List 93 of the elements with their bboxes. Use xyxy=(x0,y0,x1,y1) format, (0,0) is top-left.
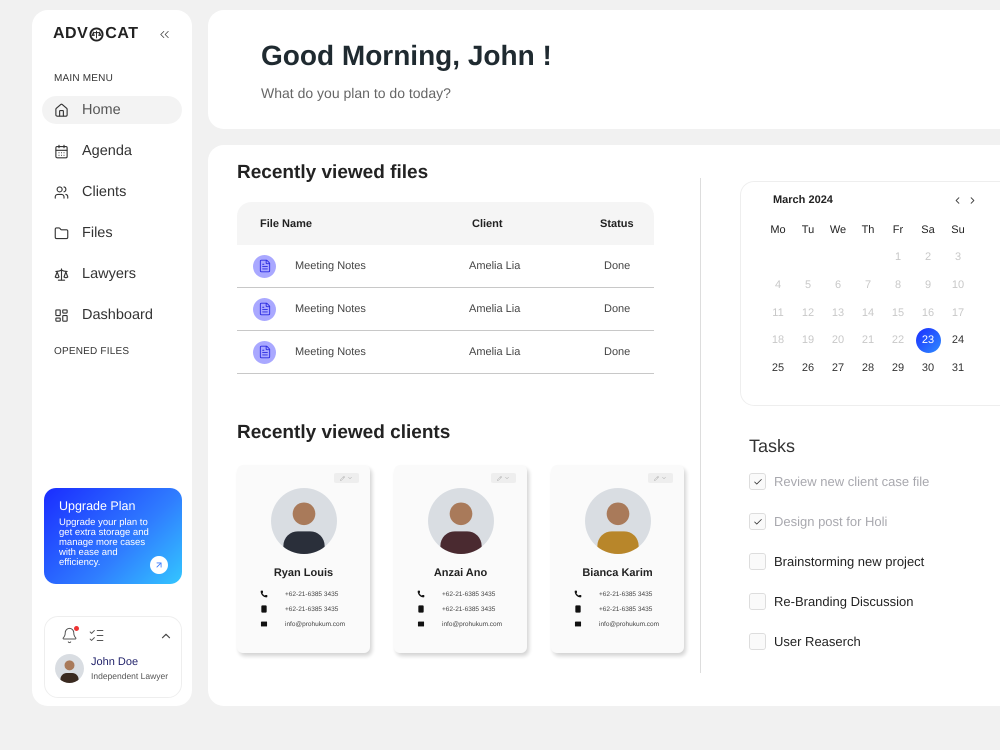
phone-icon xyxy=(260,590,268,598)
calendar-day[interactable]: 28 xyxy=(856,355,880,380)
table-cell-text: Done xyxy=(603,260,632,272)
client-name: Anzai Ano xyxy=(434,567,488,579)
scale-icon xyxy=(54,266,69,282)
pencil-icon xyxy=(340,476,345,480)
upgrade-title: Upgrade Plan xyxy=(59,499,136,513)
greeting-title: Good Morning, John ! xyxy=(261,40,553,72)
calendar-icon xyxy=(54,144,69,158)
section-title: Recently viewed files xyxy=(237,162,430,184)
upgrade-button[interactable] xyxy=(150,556,168,574)
mobile-icon xyxy=(417,605,425,613)
calendar-day[interactable]: 29 xyxy=(886,355,910,380)
check-icon xyxy=(752,516,762,526)
weekday-label: Th xyxy=(862,224,874,236)
pencil-icon xyxy=(497,476,502,480)
table-cell-text: Done xyxy=(603,303,632,315)
checklist-icon[interactable] xyxy=(88,627,105,644)
table-cell-text: Amelia Lia xyxy=(468,260,522,272)
greeting-subtitle: What do you plan to do today? xyxy=(261,85,452,101)
chevron-down-icon xyxy=(347,475,353,481)
tasks-title: Tasks xyxy=(749,436,796,457)
calendar-month: March 2024 xyxy=(773,194,833,206)
task-label: Design post for Holi xyxy=(774,514,888,529)
client-name: Bianca Karim xyxy=(582,567,653,579)
menu-item[interactable]: Clients xyxy=(42,178,182,206)
mail-icon xyxy=(260,620,268,628)
section-title: MAIN MENU xyxy=(54,73,114,84)
task-label: User Reaserch xyxy=(774,634,861,649)
weekday-label: Su xyxy=(951,224,965,236)
scale-icon xyxy=(89,26,104,42)
file-icon xyxy=(253,340,276,364)
menu-item[interactable]: Files xyxy=(42,219,182,247)
logo-text: CAT xyxy=(105,25,138,43)
weekday-label: Fr xyxy=(892,224,904,236)
weekday-label: We xyxy=(830,224,846,236)
menu-item[interactable]: Agenda xyxy=(42,137,182,165)
weekday-label: Sa xyxy=(921,224,935,236)
avatar-icon xyxy=(55,654,84,683)
calendar-day[interactable]: 30 xyxy=(916,355,940,380)
client-name: Ryan Louis xyxy=(274,567,334,579)
mail-icon xyxy=(574,620,582,628)
task-label: Review new client case file xyxy=(774,474,930,489)
people-icon xyxy=(54,184,69,200)
weekday-label: Tu xyxy=(802,224,814,236)
mobile-icon xyxy=(574,605,582,613)
weekday-label: Mo xyxy=(770,224,786,236)
task-label: Re-Branding Discussion xyxy=(774,594,914,609)
user-name: John Doe xyxy=(91,656,140,668)
menu-item[interactable]: Lawyers xyxy=(42,260,182,288)
mobile-icon xyxy=(260,605,268,613)
checkbox[interactable] xyxy=(749,553,766,570)
file-icon xyxy=(253,254,276,278)
calendar-day[interactable]: 23 xyxy=(916,328,940,353)
table-cell-text: Amelia Lia xyxy=(468,346,522,358)
calendar-day[interactable]: 25 xyxy=(766,355,790,380)
home-icon xyxy=(54,102,69,118)
logo-text: ADV xyxy=(53,25,88,43)
pencil-icon xyxy=(654,476,659,480)
dashboard-icon xyxy=(54,308,69,322)
checkbox[interactable] xyxy=(749,593,766,610)
menu-item[interactable]: Home xyxy=(42,96,182,124)
calendar-day[interactable]: 26 xyxy=(796,355,820,380)
chevron-down-icon xyxy=(504,475,510,481)
table-cell: Meeting Notes xyxy=(295,260,366,272)
column-header: Client xyxy=(471,218,504,230)
calendar-day[interactable]: 27 xyxy=(826,355,850,380)
phone-icon xyxy=(417,590,425,598)
column-header: Status xyxy=(599,218,635,230)
checkbox[interactable] xyxy=(749,633,766,650)
menu-item[interactable]: Dashboard xyxy=(42,301,182,329)
check-icon xyxy=(752,476,762,486)
task-label: Brainstorming new project xyxy=(774,554,924,569)
mail-icon xyxy=(417,620,425,628)
arrow-up-right-icon xyxy=(154,560,164,570)
section-title: Recently viewed clients xyxy=(237,422,452,444)
chevron-down-icon xyxy=(661,475,667,481)
file-icon xyxy=(253,298,276,320)
calendar-day[interactable]: 31 xyxy=(946,355,970,380)
bell-icon[interactable] xyxy=(61,627,78,644)
checkbox[interactable] xyxy=(749,473,766,490)
calendar-day[interactable]: 24 xyxy=(946,328,970,353)
section-title: OPENED FILES xyxy=(54,346,130,357)
table-cell-text: Amelia Lia xyxy=(468,303,522,315)
table-cell: Meeting Notes xyxy=(295,303,366,315)
user-role: Independent Lawyer xyxy=(91,671,168,681)
table-cell-text: Done xyxy=(603,346,632,358)
phone-icon xyxy=(574,590,582,598)
table-cell: Meeting Notes xyxy=(295,346,366,358)
checkbox[interactable] xyxy=(749,513,766,530)
column-header: File Name xyxy=(259,218,313,230)
upgrade-text: Upgrade your plan to get extra storage and manage more cases with ease and efficiency. xyxy=(59,518,150,568)
folder-icon xyxy=(54,226,69,240)
